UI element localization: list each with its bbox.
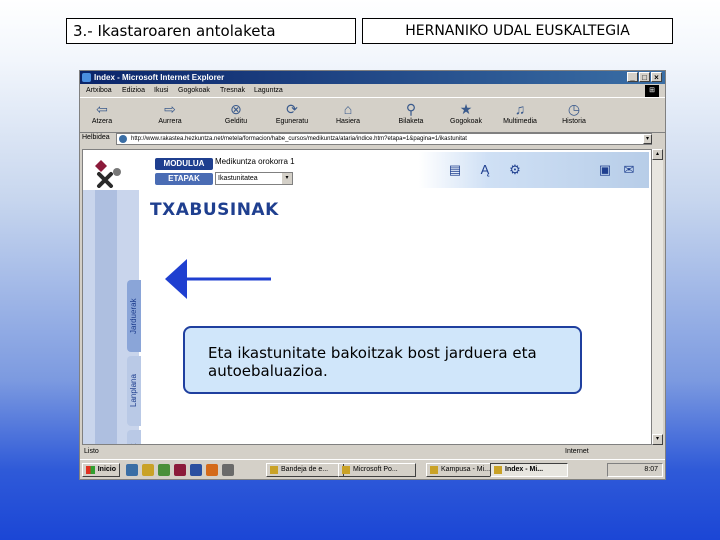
menu-edit[interactable]: Edizioa [122, 85, 145, 96]
browser-title: Index - Microsoft Internet Explorer [94, 73, 225, 82]
modulua-value: Medikuntza orokorra 1 [215, 157, 295, 166]
history-button[interactable]: ◷ Historia [554, 100, 594, 130]
task-powerpoint[interactable]: Microsoft Po... [338, 463, 416, 477]
refresh-icon: ⟳ [286, 101, 298, 117]
favorites-icon: ★ [459, 101, 473, 117]
menu-view[interactable]: Ikusi [154, 85, 168, 96]
system-tray: 8:07 [607, 463, 663, 477]
forward-arrow-icon: ⇨ [164, 101, 176, 117]
etapak-select[interactable]: Ikastunitatea ▾ [215, 172, 293, 185]
scroll-down-icon[interactable]: ▾ [652, 434, 663, 445]
modulua-button[interactable]: MODULUA [155, 158, 213, 170]
minimize-button[interactable]: _ [627, 72, 638, 82]
task-index[interactable]: Index - Mi... [490, 463, 568, 477]
search-button[interactable]: ⚲ Bilaketa [391, 100, 431, 130]
status-zone: Internet [565, 448, 589, 455]
quicklaunch-app-icon[interactable] [174, 464, 186, 476]
start-button[interactable]: Inicio [82, 463, 120, 477]
media-icon: ♫ [514, 101, 526, 117]
explanation-callout: Eta ikastunitate bakoitzak bost jarduera… [183, 326, 582, 394]
slide-organization: HERNANIKO UDAL EUSKALTEGIA [362, 18, 673, 44]
chevron-down-icon[interactable]: ▾ [643, 134, 652, 144]
address-bar: Helbidea http://www.rakastea.hezkuntza.n… [80, 132, 665, 147]
menu-bar: Artxiboa Edizioa Ikusi Gogokoak Tresnak … [80, 85, 665, 96]
etapak-selected-value: Ikastunitatea [218, 175, 258, 182]
history-icon: ◷ [567, 101, 581, 117]
menu-favorites[interactable]: Gogokoak [178, 85, 210, 96]
back-button[interactable]: ⇦ Atzera [82, 100, 122, 130]
stop-button[interactable]: ⊗ Gelditu [216, 100, 256, 130]
home-button[interactable]: ⌂ Hasiera [328, 100, 368, 130]
menu-tools[interactable]: Tresnak [220, 85, 245, 96]
media-button[interactable]: ♫ Multimedia [500, 100, 540, 130]
left-arrow-icon [165, 259, 271, 299]
windows-logo-icon: ⊞ [645, 85, 659, 97]
taskbar: Inicio Bandeja de e... Microsoft Po... K… [80, 459, 665, 479]
dictionary-icon[interactable]: Ą [477, 162, 493, 178]
favorites-button[interactable]: ★ Gogokoak [446, 100, 486, 130]
tab-jarduerak[interactable]: Jarduerak [127, 280, 141, 352]
ie-icon [82, 73, 91, 82]
clock: 8:07 [644, 466, 658, 473]
close-button[interactable]: × [651, 72, 662, 82]
side-strip [95, 190, 117, 444]
menu-file[interactable]: Artxiboa [86, 85, 112, 96]
search-icon: ⚲ [405, 101, 417, 117]
vertical-scrollbar[interactable]: ▴ ▾ [652, 149, 663, 445]
forward-button[interactable]: ⇨ Aurrera [150, 100, 190, 130]
home-icon: ⌂ [343, 101, 353, 117]
task-bandeja[interactable]: Bandeja de e... [266, 463, 344, 477]
browser-toolbar: ⇦ Atzera ⇨ Aurrera ⊗ Gelditu ⟳ Eguneratu ⌂ Ha… [80, 97, 665, 133]
side-tab-column: Jarduerak Lanplana Edukiak [83, 190, 141, 444]
menu-help[interactable]: Laguntza [254, 85, 283, 96]
status-bar: Listo Internet [80, 446, 665, 458]
quicklaunch-ppt-icon[interactable] [206, 464, 218, 476]
mail-icon[interactable]: ✉ [621, 162, 637, 178]
refresh-button[interactable]: ⟳ Eguneratu [272, 100, 312, 130]
maximize-button[interactable]: □ [639, 72, 650, 82]
quicklaunch-outlook-icon[interactable] [142, 464, 154, 476]
quicklaunch-ie-icon[interactable] [126, 464, 138, 476]
status-text: Listo [84, 448, 99, 455]
quicklaunch-desktop-icon[interactable] [158, 464, 170, 476]
scroll-up-icon[interactable]: ▴ [652, 149, 663, 160]
course-logo-icon [95, 160, 121, 188]
browser-titlebar: Index - Microsoft Internet Explorer _ □ … [80, 71, 665, 84]
page-heading: TXABUSINAK [150, 200, 279, 220]
back-arrow-icon: ⇦ [96, 101, 108, 117]
stop-icon: ⊗ [230, 101, 242, 117]
address-label: Helbidea [82, 134, 110, 141]
tab-edukiak[interactable]: Edukiak [127, 430, 141, 444]
slide-title: 3.- Ikastaroaren antolaketa [66, 18, 356, 44]
disk-icon[interactable]: ▣ [597, 162, 613, 178]
course-icon-bar: ▤ Ą ⚙ ▣ ✉ [419, 152, 649, 188]
etapak-button[interactable]: ETAPAK [155, 173, 213, 185]
address-input[interactable]: http://www.rakastea.hezkuntza.net/metela… [116, 133, 652, 145]
tab-lanplana[interactable]: Lanplana [127, 356, 141, 426]
tools-icon[interactable]: ⚙ [507, 162, 523, 178]
notebook-icon[interactable]: ▤ [447, 162, 463, 178]
chevron-down-icon[interactable]: ▾ [282, 173, 292, 184]
quicklaunch-misc-icon[interactable] [222, 464, 234, 476]
quicklaunch-word-icon[interactable] [190, 464, 202, 476]
